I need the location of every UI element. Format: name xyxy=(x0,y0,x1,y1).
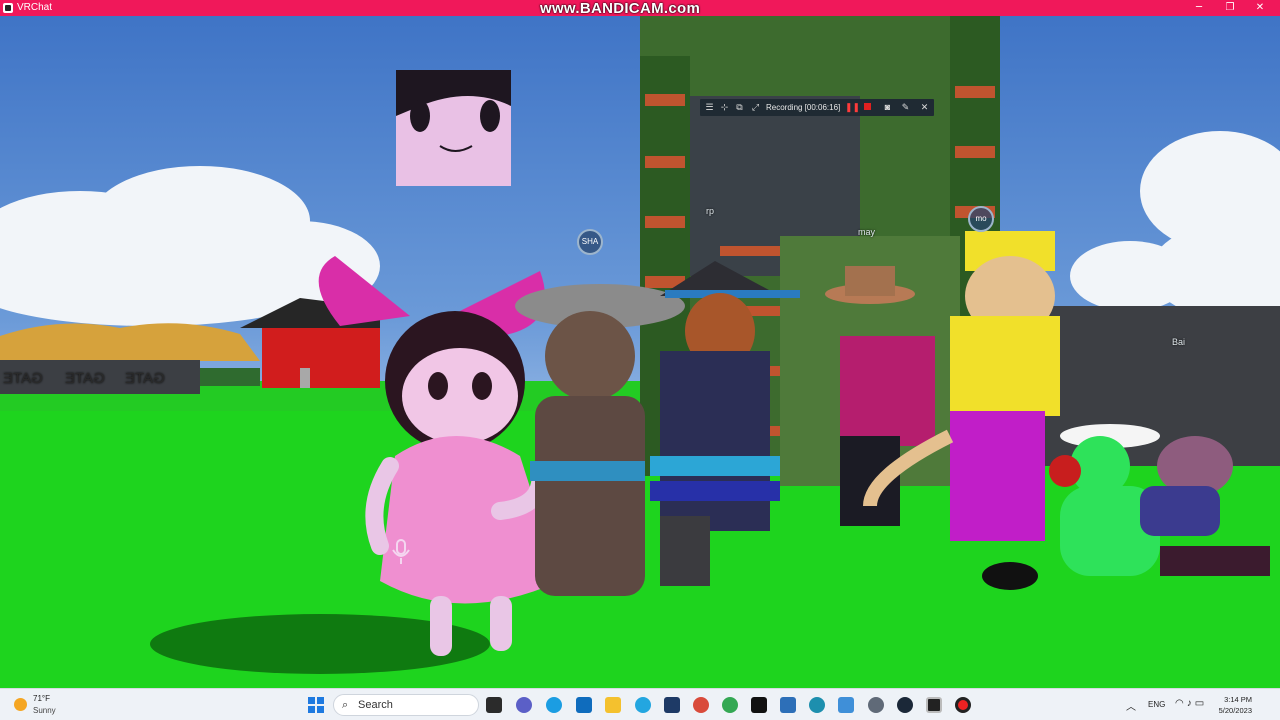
stop-icon[interactable] xyxy=(862,102,873,113)
start-button[interactable] xyxy=(308,697,324,713)
bandicam-watermark: www.BANDICAM.com xyxy=(540,0,701,17)
gate-sign: GATE xyxy=(3,370,43,387)
minimize-button[interactable]: ─ xyxy=(1184,0,1214,16)
game-scene-render xyxy=(0,16,1280,688)
window-title: VRChat xyxy=(17,2,53,13)
gate-sign: GATE xyxy=(125,370,165,387)
edge-icon[interactable] xyxy=(546,697,562,713)
app-icon[interactable] xyxy=(780,697,796,713)
app-icon[interactable] xyxy=(838,697,854,713)
menu-icon[interactable]: ☰ xyxy=(704,102,715,113)
nameplate-bai: Bai xyxy=(1172,337,1186,347)
recording-timer: Recording [00:06:16] xyxy=(766,103,841,112)
task-view-icon[interactable] xyxy=(486,697,502,713)
maximize-button[interactable]: ❐ xyxy=(1215,0,1245,16)
close-icon[interactable]: ✕ xyxy=(919,102,930,113)
hills xyxy=(0,323,260,361)
record-icon[interactable] xyxy=(955,697,971,713)
search-icon: ⌕ xyxy=(342,698,349,711)
app-icon[interactable] xyxy=(809,697,825,713)
file-explorer-icon[interactable] xyxy=(605,697,621,713)
sun-icon[interactable] xyxy=(14,698,27,711)
weather-temperature[interactable]: 71°F xyxy=(33,694,50,703)
chevron-up-icon[interactable]: ︿ xyxy=(1126,698,1136,720)
vr-icon[interactable] xyxy=(926,697,942,713)
language-indicator[interactable]: ENG xyxy=(1148,700,1165,720)
clock-date[interactable]: 5/20/2023 xyxy=(1214,706,1252,720)
cortana-icon[interactable] xyxy=(635,697,651,713)
nameplate-sha: SHA xyxy=(577,229,603,255)
app-icon[interactable] xyxy=(664,697,680,713)
chat-icon[interactable] xyxy=(516,697,532,713)
crop-icon[interactable]: ⊹ xyxy=(719,102,730,113)
floating-avatar-head xyxy=(396,70,511,186)
chrome-icon[interactable] xyxy=(693,697,709,713)
nameplate-may: may xyxy=(858,227,876,237)
nameplate-mo: mo xyxy=(968,206,994,232)
settings-icon[interactable] xyxy=(868,697,884,713)
window-icon[interactable]: ⧉ xyxy=(734,102,745,113)
nameplate-rp: rp xyxy=(706,206,715,216)
gate-sign: GATE xyxy=(65,370,105,387)
pause-icon[interactable]: ❚❚ xyxy=(845,102,860,113)
close-button[interactable]: ✕ xyxy=(1245,0,1275,16)
chrome-icon[interactable] xyxy=(722,697,738,713)
search-placeholder: Search xyxy=(358,699,393,711)
window-title-bar: VRChat www.BANDICAM.com ─ ❐ ✕ xyxy=(0,0,1280,17)
pen-icon[interactable]: ✎ xyxy=(900,102,911,113)
weather-condition[interactable]: Sunny xyxy=(33,706,56,715)
fullscreen-icon[interactable]: ⤢ xyxy=(750,102,761,113)
taskbar-search[interactable]: ⌕ Search xyxy=(333,694,479,716)
bandicam-recording-bar: ☰ ⊹ ⧉ ⤢ Recording [00:06:16] ❚❚ ◙ ✎ ✕ xyxy=(700,99,934,116)
mail-icon[interactable] xyxy=(576,697,592,713)
tiktok-icon[interactable] xyxy=(751,697,767,713)
game-viewport[interactable]: SHA rp may mo Bai GATE GATE GATE ☰ ⊹ ⧉ ⤢… xyxy=(0,16,1280,688)
camera-icon[interactable]: ◙ xyxy=(882,102,893,113)
vrchat-app-icon xyxy=(3,3,13,13)
steam-icon[interactable] xyxy=(897,697,913,713)
windows-taskbar: 71°F Sunny ⌕ Search ︿ ENG ◠♪▭ 3:14 PM 5/… xyxy=(0,688,1280,720)
network-volume-icons[interactable]: ◠♪▭ xyxy=(1175,698,1207,720)
